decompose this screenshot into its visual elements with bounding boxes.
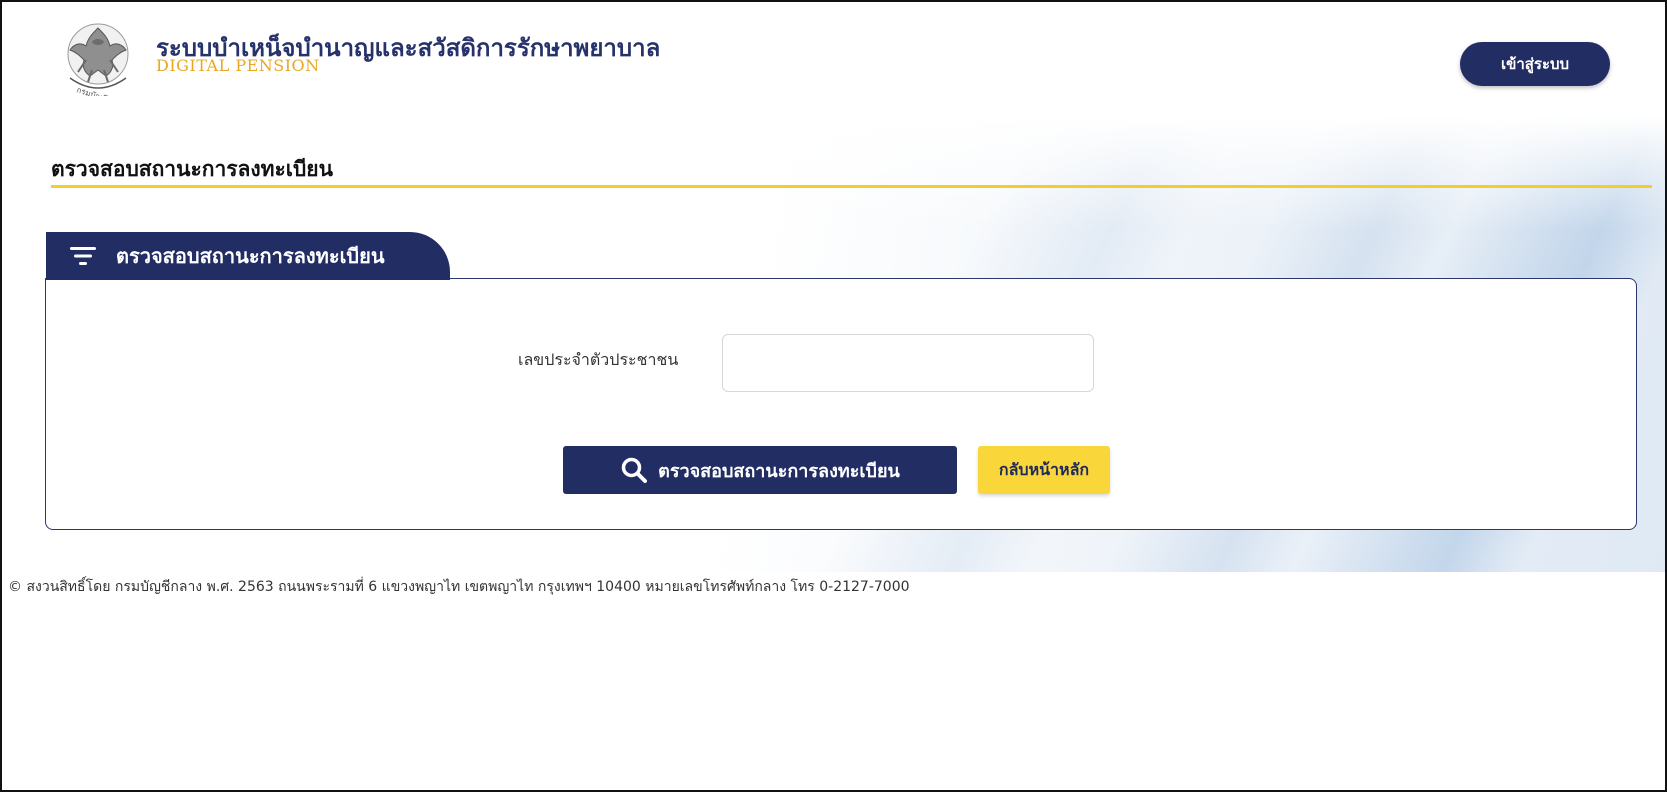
login-button[interactable]: เข้าสู่ระบบ xyxy=(1460,42,1610,86)
title-underline xyxy=(51,185,1652,188)
filter-icon xyxy=(70,247,96,265)
search-icon xyxy=(621,457,648,483)
panel-tab: ตรวจสอบสถานะการลงทะเบียน xyxy=(46,232,450,280)
citizen-id-label: เลขประจำตัวประชาชน xyxy=(518,350,679,369)
footer-copyright: © สงวนสิทธิ์โดย กรมบัญชีกลาง พ.ศ. 2563 ถ… xyxy=(8,579,910,595)
back-home-button[interactable]: กลับหน้าหลัก xyxy=(978,446,1110,494)
svg-text:กรมบัญชีกลาง: กรมบัญชีกลาง xyxy=(75,85,125,96)
garuda-logo-icon[interactable]: กรมบัญชีกลาง xyxy=(62,20,134,96)
header: กรมบัญชีกลาง ระบบบำเหน็จบำนาญและสวัสดิกา… xyxy=(2,2,1665,102)
panel-tab-label: ตรวจสอบสถานะการลงทะเบียน xyxy=(116,244,385,268)
brand-subtitle: DIGITAL PENSION xyxy=(156,56,320,75)
citizen-id-input[interactable] xyxy=(722,334,1094,392)
check-status-button-label: ตรวจสอบสถานะการลงทะเบียน xyxy=(658,460,900,482)
page-frame: กรมบัญชีกลาง ระบบบำเหน็จบำนาญและสวัสดิกา… xyxy=(0,0,1667,792)
page-title: ตรวจสอบสถานะการลงทะเบียน xyxy=(51,157,333,181)
check-status-button[interactable]: ตรวจสอบสถานะการลงทะเบียน xyxy=(563,446,957,494)
